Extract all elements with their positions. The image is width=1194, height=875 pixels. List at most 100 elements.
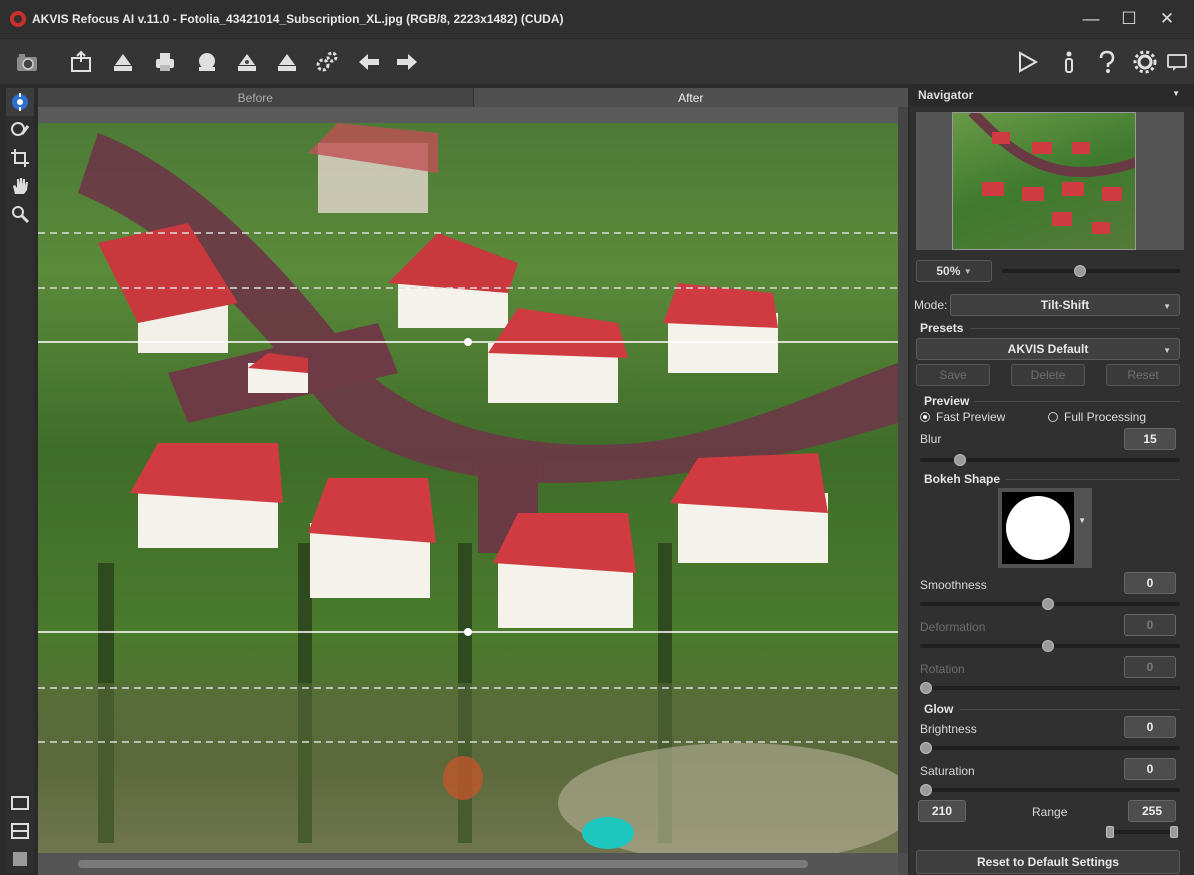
focus-handle[interactable] <box>464 628 472 636</box>
blur-label: Blur <box>920 432 942 446</box>
smoothness-value[interactable]: 0 <box>1124 572 1176 594</box>
full-processing-radio[interactable]: Full Processing <box>1048 410 1146 424</box>
range-min-thumb[interactable] <box>1106 826 1114 838</box>
mode-value: Tilt-Shift <box>1040 298 1090 312</box>
single-view-icon[interactable] <box>6 789 34 817</box>
divider <box>960 709 1180 710</box>
settings-panel: Navigator ▼ 50% ▼ Mode: Tilt-Shift ▼ Pre… <box>910 84 1194 875</box>
blur-slider-thumb[interactable] <box>954 454 966 466</box>
hand-tool-icon[interactable] <box>6 172 34 200</box>
scrollbar-thumb[interactable] <box>78 860 808 868</box>
save-icon[interactable] <box>108 47 138 77</box>
minimize-button[interactable]: — <box>1072 6 1110 32</box>
preset-value: AKVIS Default <box>1007 342 1089 356</box>
run-icon[interactable] <box>1012 47 1042 77</box>
delete-preset-button[interactable]: Delete <box>1011 364 1085 386</box>
bottom-tools <box>6 789 34 873</box>
bokeh-shape-picker[interactable]: ▼ <box>998 488 1092 568</box>
house <box>130 443 283 548</box>
info-icon[interactable] <box>1054 47 1084 77</box>
tab-before[interactable]: Before <box>38 88 473 107</box>
export-icon[interactable] <box>272 47 302 77</box>
batch-icon[interactable] <box>232 47 262 77</box>
window-controls: — ☐ ✕ <box>1072 6 1186 32</box>
preset-select[interactable]: AKVIS Default ▼ <box>916 338 1180 360</box>
navigator-viewport[interactable] <box>952 112 1136 250</box>
zoom-value: 50% <box>936 264 961 278</box>
chevron-down-icon: ▼ <box>1163 346 1171 355</box>
settings-icon[interactable] <box>1130 47 1160 77</box>
title-bar: AKVIS Refocus AI v.11.0 - Fotolia_434210… <box>0 0 1194 38</box>
focus-handle[interactable] <box>464 338 472 346</box>
mode-select[interactable]: Tilt-Shift ▼ <box>950 294 1180 316</box>
camera-icon[interactable] <box>12 47 42 77</box>
print-icon[interactable] <box>150 47 180 77</box>
tab-after[interactable]: After <box>472 88 908 107</box>
house <box>488 308 628 403</box>
brightness-value[interactable]: 0 <box>1124 716 1176 738</box>
preview-title: Preview <box>924 394 970 408</box>
radio-icon <box>1048 412 1058 422</box>
saturation-value[interactable]: 0 <box>1124 758 1176 780</box>
crop-tool-icon[interactable] <box>6 144 34 172</box>
navigator-preview[interactable] <box>916 112 1184 250</box>
house <box>493 513 636 628</box>
range-min-value[interactable]: 210 <box>918 800 966 822</box>
tool-column <box>6 88 34 873</box>
rotation-slider-thumb <box>920 682 932 694</box>
collapse-icon[interactable]: ▼ <box>1172 89 1180 98</box>
tilt-shift-tool-icon[interactable] <box>6 88 34 116</box>
divider <box>974 401 1180 402</box>
range-max-thumb[interactable] <box>1170 826 1178 838</box>
range-slider-track[interactable] <box>1110 830 1174 834</box>
undo-icon[interactable] <box>354 47 384 77</box>
open-icon[interactable] <box>66 47 96 77</box>
deformation-value: 0 <box>1124 614 1176 636</box>
image-canvas[interactable] <box>38 123 898 853</box>
zoom-slider-track[interactable] <box>1002 269 1180 273</box>
plugins-icon[interactable] <box>312 47 342 77</box>
zoom-slider-thumb[interactable] <box>1074 265 1086 277</box>
view-tabs: Before After <box>38 88 908 107</box>
top-ruler <box>38 107 898 123</box>
blur-value[interactable]: 15 <box>1124 428 1176 450</box>
save-preset-button[interactable]: Save <box>916 364 990 386</box>
feedback-icon[interactable] <box>1162 47 1192 77</box>
smoothness-slider-thumb[interactable] <box>1042 598 1054 610</box>
smoothness-label: Smoothness <box>920 578 987 592</box>
fast-preview-radio[interactable]: Fast Preview <box>920 410 1005 424</box>
saturation-slider-thumb[interactable] <box>920 784 932 796</box>
brightness-slider-track[interactable] <box>920 746 1180 750</box>
zoom-select[interactable]: 50% ▼ <box>916 260 992 282</box>
reset-defaults-button[interactable]: Reset to Default Settings <box>916 850 1180 874</box>
split-view-icon[interactable] <box>6 817 34 845</box>
divider <box>1006 479 1180 480</box>
brightness-label: Brightness <box>920 722 977 736</box>
maximize-button[interactable]: ☐ <box>1110 6 1148 32</box>
redo-icon[interactable] <box>392 47 422 77</box>
horizontal-scrollbar[interactable] <box>38 853 898 875</box>
saturation-slider-track[interactable] <box>920 788 1180 792</box>
full-processing-label: Full Processing <box>1064 410 1147 424</box>
deformation-label: Deformation <box>920 620 986 634</box>
mode-label: Mode: <box>914 298 948 312</box>
house <box>308 478 436 598</box>
share-icon[interactable] <box>192 47 222 77</box>
main-toolbar <box>0 38 1194 84</box>
range-max-value[interactable]: 255 <box>1128 800 1176 822</box>
brightness-slider-thumb[interactable] <box>920 742 932 754</box>
help-icon[interactable] <box>1092 47 1122 77</box>
house <box>663 283 778 373</box>
saturation-label: Saturation <box>920 764 975 778</box>
reset-preset-button[interactable]: Reset <box>1106 364 1180 386</box>
color-swatch-icon[interactable] <box>6 845 34 873</box>
close-button[interactable]: ✕ <box>1148 6 1186 32</box>
brush-tool-icon[interactable] <box>6 116 34 144</box>
rotation-slider-track <box>920 686 1180 690</box>
house <box>670 453 828 563</box>
house <box>308 123 438 213</box>
vertical-scrollbar[interactable] <box>898 107 908 853</box>
presets-title: Presets <box>920 321 964 335</box>
divider <box>970 328 1180 329</box>
zoom-tool-icon[interactable] <box>6 200 34 228</box>
